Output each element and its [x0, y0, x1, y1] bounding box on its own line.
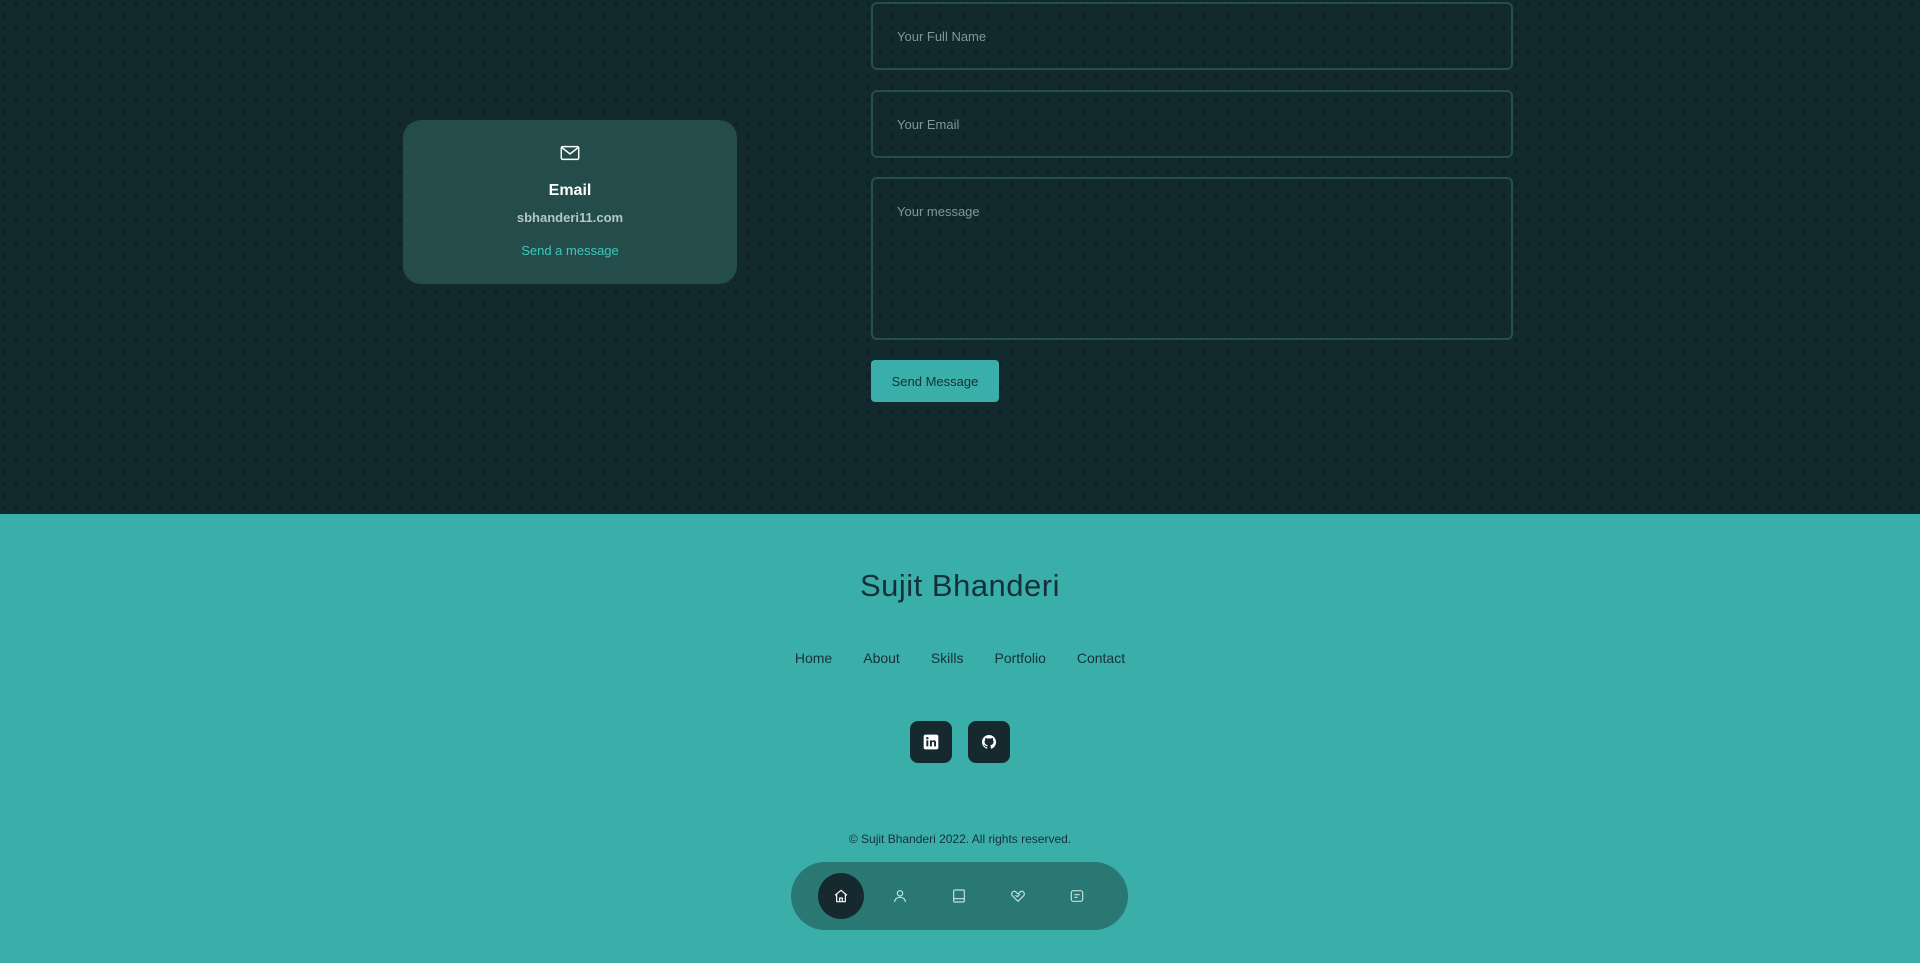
nav-about-button[interactable] [877, 873, 923, 919]
contact-section: Email sbhanderi11.com Send a message Sen… [0, 0, 1920, 514]
footer-link-about[interactable]: About [863, 650, 900, 666]
social-links [910, 721, 1010, 763]
github-icon [982, 735, 997, 749]
full-name-input[interactable] [871, 2, 1513, 70]
nav-contact-button[interactable] [1054, 873, 1100, 919]
message-textarea[interactable] [871, 177, 1513, 340]
message-icon [1070, 890, 1084, 902]
services-icon [1011, 890, 1025, 902]
book-icon [953, 889, 965, 903]
footer-link-portfolio[interactable]: Portfolio [995, 650, 1046, 666]
nav-portfolio-button[interactable] [995, 873, 1041, 919]
email-address: sbhanderi11.com [516, 210, 624, 225]
email-contact-card: Email sbhanderi11.com Send a message [403, 120, 737, 284]
linkedin-button[interactable] [910, 721, 952, 763]
floating-bottom-nav [791, 862, 1128, 930]
footer-link-skills[interactable]: Skills [931, 650, 964, 666]
nav-skills-button[interactable] [936, 873, 982, 919]
home-icon [834, 889, 848, 903]
send-message-button[interactable]: Send Message [871, 360, 999, 402]
github-button[interactable] [968, 721, 1010, 763]
footer-title: Sujit Bhanderi [859, 568, 1060, 603]
footer-nav: Home About Skills Portfolio Contact [0, 650, 1920, 666]
footer-link-home[interactable]: Home [795, 650, 832, 666]
nav-home-button[interactable] [818, 873, 864, 919]
email-input[interactable] [871, 90, 1513, 158]
send-a-message-link[interactable]: Send a message [403, 243, 737, 258]
linkedin-icon [923, 734, 939, 750]
footer: Sujit Bhanderi Home About Skills Portfol… [0, 514, 1920, 963]
copyright-text: © Sujit Bhanderi 2022. All rights reserv… [848, 832, 1072, 846]
footer-link-contact[interactable]: Contact [1077, 650, 1125, 666]
card-title: Email [548, 182, 592, 199]
user-icon [894, 890, 906, 903]
mail-icon [560, 145, 580, 161]
